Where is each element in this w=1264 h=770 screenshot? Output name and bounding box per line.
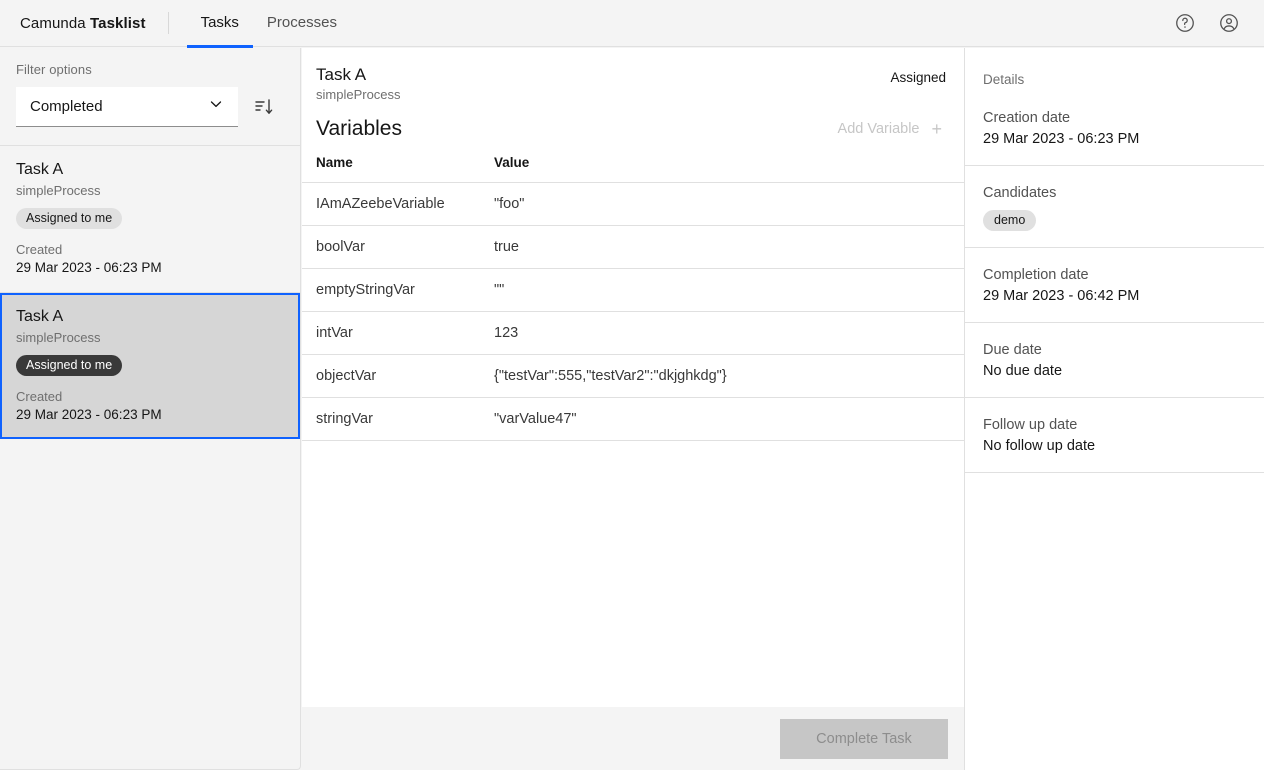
plus-icon: + xyxy=(931,120,942,138)
brand-name: Tasklist xyxy=(90,15,146,32)
task-item-created-value: 29 Mar 2023 - 06:23 PM xyxy=(16,259,284,276)
details-label: Completion date xyxy=(983,266,1246,285)
cell-variable-value: 123 xyxy=(494,312,964,355)
brand-prefix: Camunda xyxy=(20,15,90,32)
details-value: 29 Mar 2023 - 06:23 PM xyxy=(983,130,1246,149)
complete-task-button[interactable]: Complete Task xyxy=(780,719,948,759)
cell-variable-name: intVar xyxy=(302,312,494,355)
details-value: No follow up date xyxy=(983,437,1246,456)
cell-variable-value: "" xyxy=(494,269,964,312)
variables-title: Variables xyxy=(316,117,402,141)
task-item-name: Task A xyxy=(16,307,284,327)
app-header: Camunda Tasklist Tasks Processes xyxy=(0,0,1264,47)
details-section-creation-date: Creation date 29 Mar 2023 - 06:23 PM xyxy=(965,87,1264,166)
table-row[interactable]: IAmAZeebeVariable "foo" xyxy=(302,183,964,226)
details-section-completion-date: Completion date 29 Mar 2023 - 06:42 PM xyxy=(965,248,1264,323)
variables-header-row: Variables Add Variable + xyxy=(316,117,946,141)
header-actions xyxy=(1172,10,1264,36)
cell-variable-value: "foo" xyxy=(494,183,964,226)
tab-processes[interactable]: Processes xyxy=(253,0,351,48)
app-brand: Camunda Tasklist xyxy=(0,15,146,32)
details-panel-title: Details xyxy=(965,48,1264,87)
task-detail-footer: Complete Task xyxy=(302,707,964,770)
table-header-row: Name Value xyxy=(302,155,964,183)
filter-controls-row: Completed xyxy=(16,87,284,127)
tab-tasks[interactable]: Tasks xyxy=(187,0,253,48)
cell-variable-value: true xyxy=(494,226,964,269)
assignment-status: Assigned xyxy=(890,64,946,85)
task-item-process: simpleProcess xyxy=(16,329,284,347)
task-item-created-label: Created xyxy=(16,241,284,258)
tab-processes-label: Processes xyxy=(267,14,337,31)
candidate-chip: demo xyxy=(983,210,1036,231)
filter-dropdown[interactable]: Completed xyxy=(16,87,238,127)
cell-variable-name: IAmAZeebeVariable xyxy=(302,183,494,226)
user-avatar-icon[interactable] xyxy=(1216,10,1242,36)
details-panel: Details Creation date 29 Mar 2023 - 06:2… xyxy=(964,48,1264,770)
table-row[interactable]: boolVar true xyxy=(302,226,964,269)
help-circle-icon[interactable] xyxy=(1172,10,1198,36)
cell-variable-value: "varValue47" xyxy=(494,398,964,441)
task-list-panel: Filter options Completed Task A xyxy=(0,48,301,770)
add-variable-button[interactable]: Add Variable + xyxy=(838,120,942,138)
main-nav-tabs: Tasks Processes xyxy=(187,0,351,47)
task-detail-process: simpleProcess xyxy=(316,87,401,102)
details-value: No due date xyxy=(983,362,1246,381)
table-row[interactable]: objectVar {"testVar":555,"testVar2":"dkj… xyxy=(302,355,964,398)
column-header-name: Name xyxy=(302,155,494,183)
task-item-name: Task A xyxy=(16,160,284,180)
table-row[interactable]: emptyStringVar "" xyxy=(302,269,964,312)
status-badge: Assigned to me xyxy=(16,208,122,229)
status-badge: Assigned to me xyxy=(16,355,122,376)
details-label: Follow up date xyxy=(983,416,1246,435)
table-row[interactable]: stringVar "varValue47" xyxy=(302,398,964,441)
task-item-created-value: 29 Mar 2023 - 06:23 PM xyxy=(16,406,284,423)
details-section-candidates: Candidates demo xyxy=(965,166,1264,248)
page-title: Task A xyxy=(316,64,401,85)
list-item-selected[interactable]: Task A simpleProcess Assigned to me Crea… xyxy=(0,293,300,439)
cell-variable-name: emptyStringVar xyxy=(302,269,494,312)
tab-tasks-label: Tasks xyxy=(201,14,239,31)
details-label: Creation date xyxy=(983,109,1246,128)
details-label: Candidates xyxy=(983,184,1246,203)
column-header-value: Value xyxy=(494,155,964,183)
task-detail-title-row: Task A simpleProcess Assigned xyxy=(316,64,946,102)
cell-variable-name: stringVar xyxy=(302,398,494,441)
filter-dropdown-value: Completed xyxy=(30,98,103,115)
details-label: Due date xyxy=(983,341,1246,360)
details-section-due-date: Due date No due date xyxy=(965,323,1264,398)
list-item[interactable]: Task A simpleProcess Assigned to me Crea… xyxy=(0,146,300,293)
details-section-follow-up-date: Follow up date No follow up date xyxy=(965,398,1264,473)
task-detail-panel: Task A simpleProcess Assigned Variables … xyxy=(302,48,964,770)
task-item-created-label: Created xyxy=(16,388,284,405)
task-item-process: simpleProcess xyxy=(16,182,284,200)
task-detail-header: Task A simpleProcess Assigned Variables … xyxy=(302,48,964,141)
header-divider xyxy=(168,12,169,34)
variables-table: Name Value IAmAZeebeVariable "foo" boolV… xyxy=(302,155,964,441)
table-row[interactable]: intVar 123 xyxy=(302,312,964,355)
filter-options-block: Filter options Completed xyxy=(0,48,300,145)
chevron-down-icon xyxy=(208,96,224,117)
variables-table-body: IAmAZeebeVariable "foo" boolVar true emp… xyxy=(302,183,964,441)
cell-variable-value: {"testVar":555,"testVar2":"dkjghkdg"} xyxy=(494,355,964,398)
cell-variable-name: boolVar xyxy=(302,226,494,269)
details-value: 29 Mar 2023 - 06:42 PM xyxy=(983,287,1246,306)
task-detail-title-block: Task A simpleProcess xyxy=(316,64,401,102)
variables-table-head: Name Value xyxy=(302,155,964,183)
add-variable-label: Add Variable xyxy=(838,121,920,137)
sort-descending-icon[interactable] xyxy=(250,93,278,121)
filter-options-label: Filter options xyxy=(16,62,284,77)
cell-variable-name: objectVar xyxy=(302,355,494,398)
